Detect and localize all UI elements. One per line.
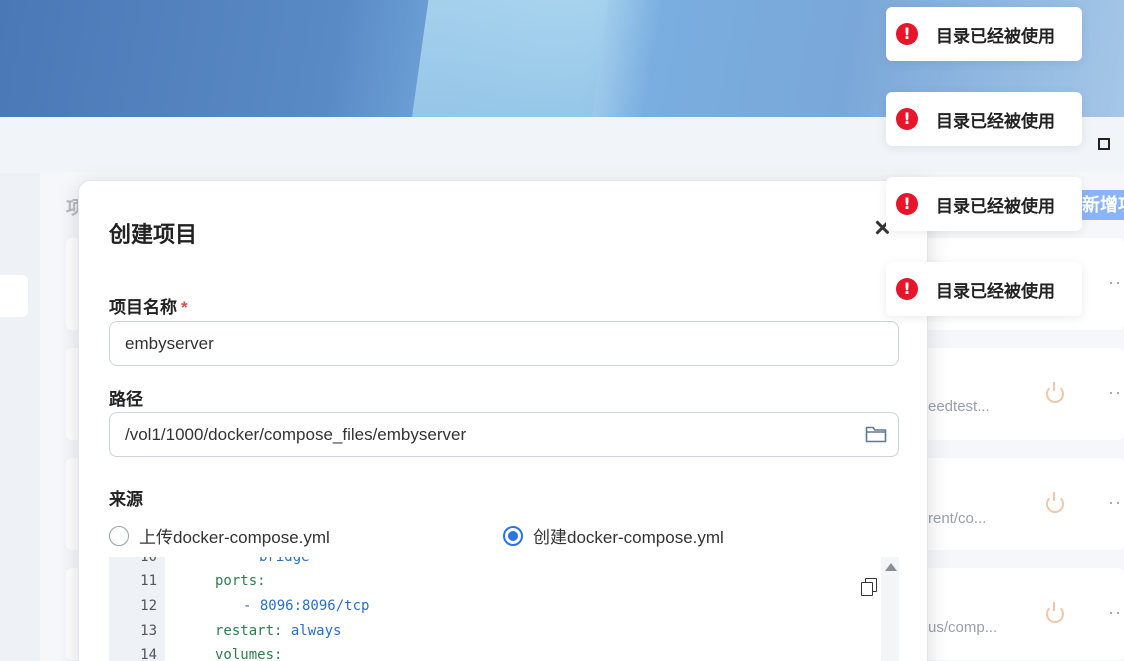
sidebar-active-item[interactable] bbox=[0, 275, 28, 317]
error-toast: ! 目录已经被使用 bbox=[886, 7, 1082, 61]
power-icon[interactable] bbox=[1046, 492, 1064, 513]
toast-message: 目录已经被使用 bbox=[936, 281, 1055, 301]
exclamation-circle-icon: ! bbox=[896, 108, 918, 130]
more-options-icon[interactable]: ··· bbox=[1108, 272, 1124, 293]
toast-message: 目录已经被使用 bbox=[936, 26, 1055, 46]
source-label: 来源 bbox=[109, 490, 143, 509]
error-toast: ! 目录已经被使用 bbox=[886, 262, 1082, 316]
yaml-key: restart bbox=[215, 623, 275, 639]
yaml-value: always bbox=[290, 623, 342, 639]
source-create-label: 创建docker-compose.yml bbox=[533, 528, 724, 547]
project-path-text: us/comp... bbox=[928, 619, 998, 636]
project-name-input[interactable]: embyserver bbox=[109, 321, 899, 366]
source-create-radio[interactable]: 创建docker-compose.yml bbox=[503, 523, 724, 548]
error-toast: ! 目录已经被使用 bbox=[886, 177, 1082, 231]
project-name-label: 项目名称 * bbox=[109, 293, 188, 318]
project-name-label-text: 项目名称 bbox=[109, 298, 177, 317]
error-toast: ! 目录已经被使用 bbox=[886, 92, 1082, 146]
more-options-icon[interactable]: ··· bbox=[1108, 492, 1124, 513]
yaml-key: ports bbox=[215, 573, 258, 589]
code-line: volumes: bbox=[215, 647, 283, 661]
project-path-text: rent/co... bbox=[928, 510, 987, 527]
yaml-key: volumes bbox=[215, 647, 275, 661]
new-project-button[interactable]: 新增项 bbox=[1078, 190, 1124, 220]
more-options-icon[interactable]: ··· bbox=[1108, 602, 1124, 623]
line-number: 10 bbox=[140, 557, 157, 565]
line-number: 13 bbox=[140, 623, 157, 639]
radio-circle-checked[interactable] bbox=[503, 525, 523, 546]
copy-icon[interactable] bbox=[861, 578, 877, 596]
path-input[interactable]: /vol1/1000/docker/compose_files/embyserv… bbox=[109, 412, 899, 457]
exclamation-circle-icon: ! bbox=[896, 193, 918, 215]
maximize-window-icon[interactable] bbox=[1098, 138, 1110, 150]
toast-message: 目录已经被使用 bbox=[936, 111, 1055, 131]
scroll-up-arrow-icon[interactable] bbox=[885, 563, 897, 571]
power-icon[interactable] bbox=[1046, 602, 1064, 623]
code-line: restart: always bbox=[215, 623, 342, 639]
exclamation-circle-icon: ! bbox=[896, 278, 918, 300]
project-path-text: eedtest... bbox=[928, 398, 990, 415]
code-line: ports: bbox=[215, 573, 266, 589]
radio-circle[interactable] bbox=[109, 525, 129, 546]
line-number: 12 bbox=[140, 598, 157, 614]
source-upload-radio[interactable]: 上传docker-compose.yml bbox=[109, 523, 330, 548]
banner-decoration bbox=[408, 0, 612, 117]
source-upload-label: 上传docker-compose.yml bbox=[139, 528, 330, 547]
required-mark: * bbox=[181, 298, 188, 317]
compose-code-editor[interactable]: 10 11 12 13 14 bridge ports: - 8096:8096… bbox=[109, 557, 881, 661]
code-line-value: - 8096:8096/tcp bbox=[243, 598, 370, 614]
line-number: 14 bbox=[140, 647, 157, 661]
code-line-value: bridge bbox=[259, 557, 310, 565]
dialog-title: 创建项目 bbox=[109, 222, 198, 247]
path-label: 路径 bbox=[109, 390, 143, 409]
folder-icon[interactable] bbox=[865, 425, 887, 443]
line-number: 11 bbox=[140, 573, 157, 589]
toast-message: 目录已经被使用 bbox=[936, 196, 1055, 216]
exclamation-circle-icon: ! bbox=[896, 23, 918, 45]
create-project-dialog: 创建项目 项目名称 * embyserver 路径 /vol1/1000/dock… bbox=[78, 180, 928, 661]
power-icon[interactable] bbox=[1046, 382, 1064, 403]
editor-scrollbar[interactable] bbox=[881, 557, 899, 661]
more-options-icon[interactable]: ··· bbox=[1108, 382, 1124, 403]
